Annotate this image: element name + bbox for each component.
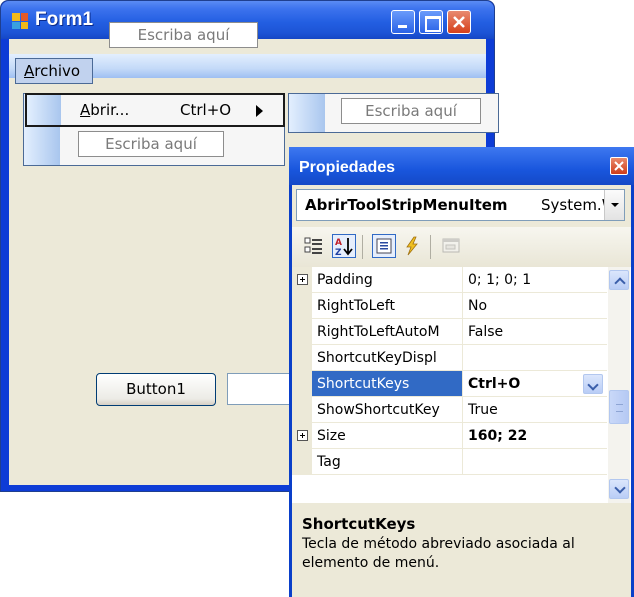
property-name: ShortcutKeyDispl bbox=[312, 345, 463, 370]
description-text: Tecla de método abreviado asociada al el… bbox=[302, 536, 575, 571]
property-row-shortcutkeydisplay[interactable]: ShortcutKeyDispl bbox=[292, 345, 607, 371]
property-name: Padding bbox=[312, 267, 463, 292]
close-button[interactable] bbox=[447, 10, 471, 34]
close-icon bbox=[614, 161, 624, 171]
property-value[interactable]: True bbox=[464, 397, 607, 422]
property-pages-icon bbox=[442, 238, 460, 253]
properties-toolbar: A Z bbox=[292, 227, 631, 267]
submenu-arrow-icon bbox=[256, 105, 263, 117]
minimize-button[interactable] bbox=[391, 10, 415, 34]
property-grid: Padding 0; 1; 0; 1 RightToLeft No RightT… bbox=[292, 267, 631, 503]
property-pages-button[interactable] bbox=[439, 234, 463, 258]
property-value[interactable] bbox=[464, 449, 607, 474]
row-gutter bbox=[292, 319, 312, 344]
property-name: ShortcutKeys bbox=[312, 371, 463, 396]
type-here-submenu[interactable]: Escriba aquí bbox=[341, 98, 481, 124]
abrir-text: brir... bbox=[90, 101, 130, 119]
type-here-menubar[interactable]: Escriba aquí bbox=[109, 22, 258, 48]
menu-item-abrir[interactable] bbox=[25, 93, 285, 127]
close-icon bbox=[453, 16, 465, 28]
property-value[interactable]: 0; 1; 0; 1 bbox=[464, 267, 607, 292]
form1-title: Form1 bbox=[35, 9, 94, 30]
svg-text:A: A bbox=[335, 238, 342, 248]
property-name: Tag bbox=[312, 449, 463, 474]
property-value[interactable]: 160; 22 bbox=[464, 423, 607, 448]
scroll-up-button[interactable] bbox=[609, 270, 629, 290]
properties-titlebar[interactable]: Propiedades bbox=[289, 147, 634, 185]
properties-close-button[interactable] bbox=[610, 157, 628, 175]
row-gutter bbox=[292, 423, 312, 448]
type-here-dropdown[interactable]: Escriba aquí bbox=[78, 131, 224, 157]
property-row-righttoleftautomirror[interactable]: RightToLeftAutoM False bbox=[292, 319, 607, 345]
row-gutter bbox=[292, 267, 312, 292]
object-name: AbrirToolStripMenuItem bbox=[305, 196, 508, 214]
property-value[interactable]: False bbox=[464, 319, 607, 344]
description-title: ShortcutKeys bbox=[302, 515, 416, 533]
alphabetical-button[interactable]: A Z bbox=[332, 234, 356, 258]
property-row-tag[interactable]: Tag bbox=[292, 449, 607, 475]
toolbar-separator bbox=[362, 235, 363, 259]
expand-icon[interactable] bbox=[297, 274, 308, 285]
properties-body: AbrirToolStripMenuItem System.W A Z Padd… bbox=[292, 185, 631, 597]
svg-text:Z: Z bbox=[335, 248, 342, 257]
property-name: ShowShortcutKey bbox=[312, 397, 463, 422]
abrir-label: Abrir... bbox=[80, 101, 129, 119]
row-gutter bbox=[292, 397, 312, 422]
scroll-down-button[interactable] bbox=[609, 479, 629, 499]
categorized-button[interactable] bbox=[302, 234, 326, 258]
properties-icon bbox=[376, 238, 392, 254]
abrir-mnemonic: A bbox=[80, 101, 91, 119]
property-row-showshortcutkeys[interactable]: ShowShortcutKey True bbox=[292, 397, 607, 423]
categorized-icon bbox=[304, 237, 322, 254]
property-name: RightToLeftAutoM bbox=[312, 319, 463, 344]
row-gutter bbox=[292, 293, 312, 318]
properties-button[interactable] bbox=[372, 234, 396, 258]
archivo-mnemonic: A bbox=[24, 62, 35, 80]
property-value[interactable]: No bbox=[464, 293, 607, 318]
abrir-image-margin bbox=[27, 95, 61, 125]
lightning-icon bbox=[406, 236, 418, 256]
object-selector[interactable]: AbrirToolStripMenuItem System.W bbox=[296, 189, 625, 221]
row-gutter bbox=[292, 345, 312, 370]
row-gutter bbox=[292, 449, 312, 474]
sort-az-icon: A Z bbox=[335, 238, 353, 258]
properties-title: Propiedades bbox=[299, 159, 396, 176]
object-selector-dropdown[interactable] bbox=[604, 190, 624, 220]
submenu-image-margin bbox=[289, 94, 325, 132]
row-gutter bbox=[292, 371, 312, 396]
properties-window: Propiedades AbrirToolStripMenuItem Syste… bbox=[289, 147, 634, 597]
property-name: Size bbox=[312, 423, 463, 448]
button1[interactable]: Button1 bbox=[96, 373, 216, 406]
abrir-shortcut: Ctrl+O bbox=[180, 101, 232, 119]
property-row-size[interactable]: Size 160; 22 bbox=[292, 423, 607, 449]
archivo-label: rchivo bbox=[34, 62, 81, 80]
events-button[interactable] bbox=[400, 234, 424, 258]
expand-icon[interactable] bbox=[297, 430, 308, 441]
property-name: RightToLeft bbox=[312, 293, 463, 318]
chevron-down-icon[interactable] bbox=[583, 374, 603, 394]
scroll-thumb[interactable] bbox=[609, 390, 629, 424]
description-pane: ShortcutKeys Tecla de método abreviado a… bbox=[292, 507, 631, 597]
property-row-shortcutkeys[interactable]: ShortcutKeys Ctrl+O bbox=[292, 371, 607, 397]
menu-archivo[interactable]: Archivo bbox=[15, 58, 93, 84]
property-value[interactable] bbox=[464, 345, 607, 370]
maximize-button[interactable] bbox=[419, 10, 443, 34]
form-icon bbox=[12, 13, 28, 29]
property-row-padding[interactable]: Padding 0; 1; 0; 1 bbox=[292, 267, 607, 293]
property-row-righttoleft[interactable]: RightToLeft No bbox=[292, 293, 607, 319]
property-grid-scrollbar[interactable] bbox=[608, 267, 630, 503]
toolbar-separator bbox=[430, 235, 431, 259]
